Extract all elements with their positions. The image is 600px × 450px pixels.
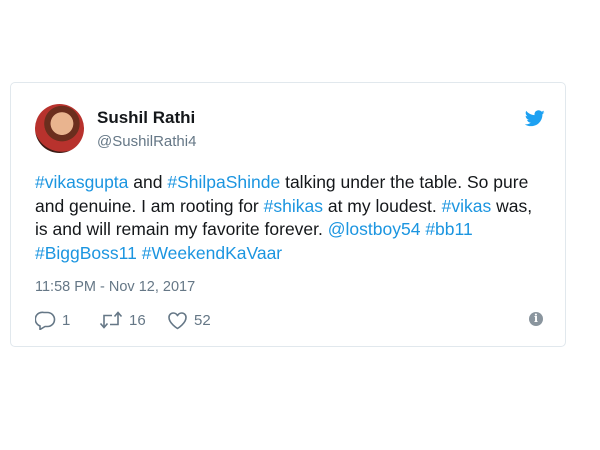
heart-icon xyxy=(168,311,187,329)
reply-icon xyxy=(35,311,56,330)
retweet-count: 16 xyxy=(129,311,146,329)
hashtag-link[interactable]: #shikas xyxy=(264,196,323,216)
hashtag-link[interactable]: #BiggBoss11 xyxy=(35,243,137,263)
hashtag-link[interactable]: #vikasgupta xyxy=(35,172,128,192)
hashtag-link[interactable]: #WeekendKaVaar xyxy=(142,243,282,263)
retweet-button[interactable]: 16 xyxy=(99,309,146,331)
tweet-actions: 1 16 52 i xyxy=(35,309,555,331)
tweet-text-segment: was, xyxy=(491,195,533,216)
author-handle[interactable]: @SushilRathi4 xyxy=(97,133,196,150)
mention-link[interactable]: @lostboy54 xyxy=(328,219,421,239)
tweet-text-segment: is and will remain my favorite forever. xyxy=(35,219,328,239)
tweet-text: #vikasgupta and #ShilpaShinde talking un… xyxy=(35,171,555,265)
hashtag-link[interactable]: #vikas xyxy=(442,196,492,216)
tweet-timestamp[interactable]: 11:58 PM - Nov 12, 2017 xyxy=(35,279,195,295)
retweet-icon xyxy=(99,311,123,329)
reply-count: 1 xyxy=(62,311,71,329)
tweet-text-segment: at my loudest. xyxy=(322,195,442,216)
twitter-bird-icon[interactable] xyxy=(525,110,545,127)
tweet-text-line: #BiggBoss11 #WeekendKaVaar xyxy=(35,242,555,266)
tweet-card: Sushil Rathi @SushilRathi4 #vikasgupta a… xyxy=(10,82,566,347)
tweet-text-line: is and will remain my favorite forever. … xyxy=(35,218,555,242)
avatar[interactable] xyxy=(35,104,84,153)
tweet-text-segment: and genuine. I am rooting for xyxy=(35,195,264,216)
tweet-text-segment: talking under the table. So pure xyxy=(280,172,529,192)
tweet-text-line: and genuine. I am rooting for #shikas at… xyxy=(35,195,555,219)
like-count: 52 xyxy=(194,311,211,329)
hashtag-link[interactable]: #bb11 xyxy=(425,219,472,239)
info-icon[interactable]: i xyxy=(529,312,543,326)
like-button[interactable]: 52 xyxy=(167,309,211,331)
tweet-text-segment: and xyxy=(128,172,168,192)
hashtag-link[interactable]: #ShilpaShinde xyxy=(167,172,280,192)
author-name[interactable]: Sushil Rathi xyxy=(97,108,195,128)
reply-button[interactable]: 1 xyxy=(35,309,70,331)
tweet-text-line: #vikasgupta and #ShilpaShinde talking un… xyxy=(35,171,555,195)
